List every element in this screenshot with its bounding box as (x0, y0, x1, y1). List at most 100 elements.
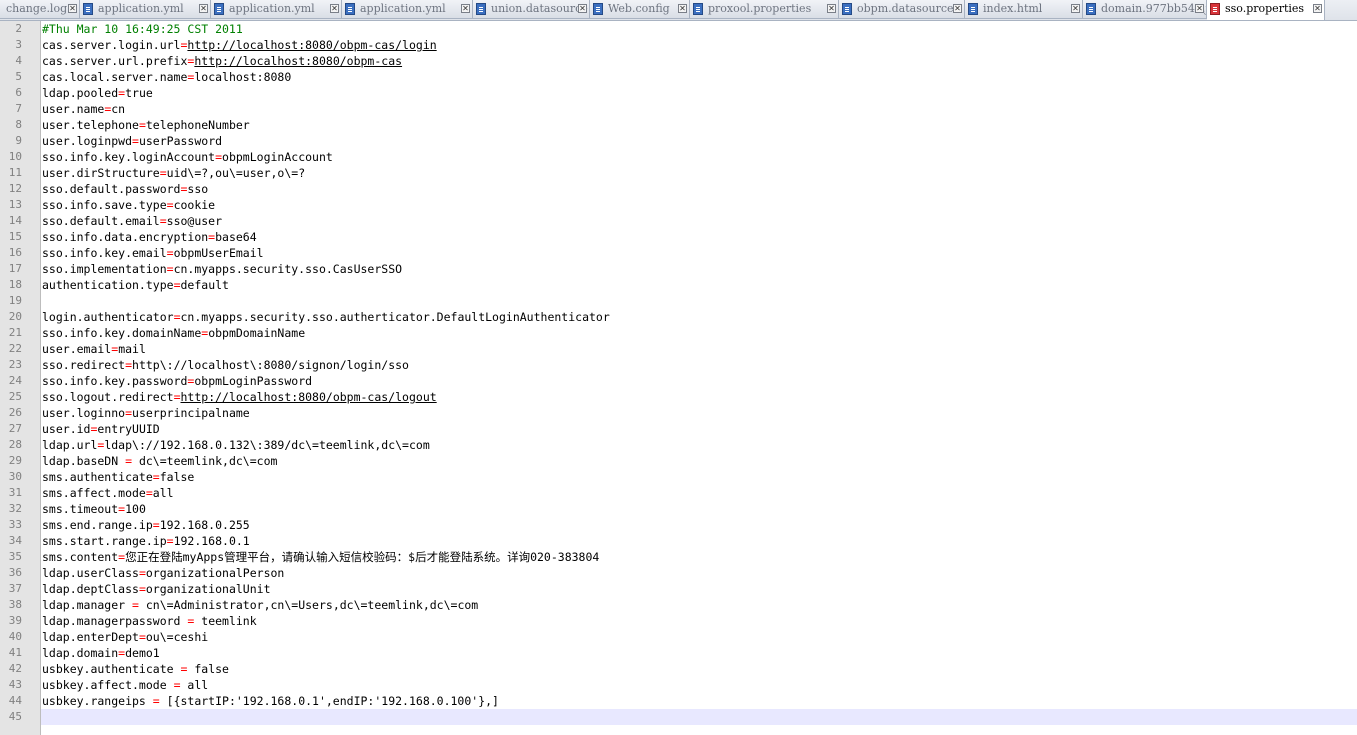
tab-4[interactable]: union.datasource ✕ (473, 0, 590, 19)
property-key: sso.info.key.loginAccount (42, 150, 216, 164)
line-content: ldap.domain=demo1 (42, 645, 160, 661)
line-number: 6 (15, 86, 22, 99)
line-content: ldap.url=ldap\://192.168.0.132\:389/dc\=… (42, 437, 430, 453)
url-link[interactable]: http://localhost:8080/obpm-cas/logout (181, 390, 437, 404)
tab-close-icon[interactable]: ✕ (461, 4, 470, 13)
code-line: 14 sso.default.email=sso@user (0, 213, 1357, 229)
equals-sign: = (215, 150, 223, 164)
tab-close-icon[interactable]: ✕ (953, 4, 962, 13)
tab-8[interactable]: index.html ✕ (965, 0, 1083, 19)
code-line: 38 ldap.manager = cn\=Administrator,cn\=U… (0, 597, 1357, 613)
line-content: ldap.baseDN = dc\=teemlink,dc\=com (42, 453, 277, 469)
equals-sign: = (152, 470, 160, 484)
line-content: cas.server.login.url=http://localhost:80… (42, 37, 437, 53)
property-value: localhost:8080 (194, 70, 292, 84)
equals-sign: = (125, 406, 133, 420)
property-key: ldap.manager (42, 598, 133, 612)
url-link[interactable]: http://localhost:8080/obpm-cas (194, 54, 402, 68)
line-content: user.email=mail (42, 341, 146, 357)
tab-label: sso.properties (1225, 2, 1305, 15)
tab-close-icon[interactable]: ✕ (199, 4, 208, 13)
tab-close-icon[interactable]: ✕ (330, 4, 339, 13)
line-number: 3 (15, 38, 22, 51)
property-key: ldap.enterDept (42, 630, 139, 644)
code-line: 31 sms.affect.mode=all (0, 485, 1357, 501)
tab-9[interactable]: domain.977bb540.js ✕ (1083, 0, 1207, 19)
equals-sign: = (152, 694, 160, 708)
tab-1[interactable]: application.yml ✕ (80, 0, 211, 19)
line-number: 41 (8, 646, 22, 659)
property-value: obpmUserEmail (173, 246, 264, 260)
line-number: 10 (8, 150, 22, 163)
line-number: 9 (15, 134, 22, 147)
equals-sign: = (138, 582, 146, 596)
tab-close-icon[interactable]: ✕ (1313, 4, 1322, 13)
code-line: 35 sms.content=您正在登陆myApps管理平台，请确认输入短信校验码… (0, 549, 1357, 565)
line-content: sso.info.key.loginAccount=obpmLoginAccou… (42, 149, 333, 165)
equals-sign: = (159, 166, 167, 180)
line-content: sms.timeout=100 (42, 501, 146, 517)
modified-file-icon (1210, 3, 1220, 15)
property-value: cn (111, 102, 126, 116)
line-number: 25 (8, 390, 22, 403)
tab-close-icon[interactable]: ✕ (827, 4, 836, 13)
line-number: 24 (8, 374, 22, 387)
line-content: sso.default.password=sso (42, 181, 208, 197)
tab-close-icon[interactable]: ✕ (1071, 4, 1080, 13)
equals-sign: = (166, 262, 174, 276)
tab-0[interactable]: change.log ✕ (0, 0, 80, 19)
line-content: ldap.userClass=organizationalPerson (42, 565, 284, 581)
property-value: organizationalUnit (145, 582, 271, 596)
line-number: 12 (8, 182, 22, 195)
code-editor[interactable]: 2 #Thu Mar 10 16:49:25 CST 2011 3 cas.serve… (0, 21, 1357, 735)
tab-close-icon[interactable]: ✕ (678, 4, 687, 13)
line-content: ldap.pooled=true (42, 85, 153, 101)
line-content: user.telephone=telephoneNumber (42, 117, 250, 133)
property-value: userprincipalname (132, 406, 250, 420)
code-line: 25 sso.logout.redirect=http://localhost:8… (0, 389, 1357, 405)
property-value: obpmLoginPassword (194, 374, 313, 388)
property-key: sso.logout.redirect (42, 390, 174, 404)
line-content: cas.local.server.name=localhost:8080 (42, 69, 291, 85)
property-value: all (180, 678, 209, 692)
tab-10[interactable]: sso.properties ✕ (1207, 0, 1325, 20)
code-line: 6 ldap.pooled=true (0, 85, 1357, 101)
property-key: sso.info.data.encryption (42, 230, 209, 244)
tab-close-icon[interactable]: ✕ (68, 4, 77, 13)
line-number: 17 (8, 262, 22, 275)
line-content: sms.affect.mode=all (42, 485, 174, 501)
code-line: 12 sso.default.password=sso (0, 181, 1357, 197)
code-line: 33 sms.end.range.ip=192.168.0.255 (0, 517, 1357, 533)
tab-6[interactable]: proxool.properties ✕ (690, 0, 839, 19)
tab-close-icon[interactable]: ✕ (578, 4, 587, 13)
property-value: mail (118, 342, 146, 356)
property-value: false (187, 662, 229, 676)
line-content: ldap.managerpassword = teemlink (42, 613, 257, 629)
tab-close-icon[interactable]: ✕ (1195, 4, 1204, 13)
property-value: base64 (215, 230, 257, 244)
property-key: sms.affect.mode (42, 486, 146, 500)
property-key: sso.implementation (42, 262, 167, 276)
property-key: cas.server.url.prefix (42, 54, 188, 68)
property-value: [{startIP:'192.168.0.1',endIP:'192.168.0… (159, 694, 499, 708)
tab-2[interactable]: application.yml ✕ (211, 0, 342, 19)
property-value: sso (187, 182, 209, 196)
line-number: 13 (8, 198, 22, 211)
property-value: all (152, 486, 174, 500)
tab-5[interactable]: Web.config ✕ (590, 0, 690, 19)
tab-3[interactable]: application.yml ✕ (342, 0, 473, 19)
property-value: ldap\://192.168.0.132\:389/dc\=teemlink,… (104, 438, 430, 452)
tab-7[interactable]: obpm.datasource ✕ (839, 0, 965, 19)
property-value: cookie (173, 198, 216, 212)
code-line: 39 ldap.managerpassword = teemlink (0, 613, 1357, 629)
equals-sign: = (166, 246, 174, 260)
property-value: obpmDomainName (208, 326, 306, 340)
property-key: cas.server.login.url (42, 38, 181, 52)
equals-sign: = (159, 214, 167, 228)
line-number: 43 (8, 678, 22, 691)
property-value: obpmLoginAccount (222, 150, 333, 164)
line-content: sso.logout.redirect=http://localhost:808… (42, 389, 437, 405)
line-content: cas.server.url.prefix=http://localhost:8… (42, 53, 402, 69)
property-key: user.dirStructure (42, 166, 160, 180)
url-link[interactable]: http://localhost:8080/obpm-cas/login (187, 38, 436, 52)
